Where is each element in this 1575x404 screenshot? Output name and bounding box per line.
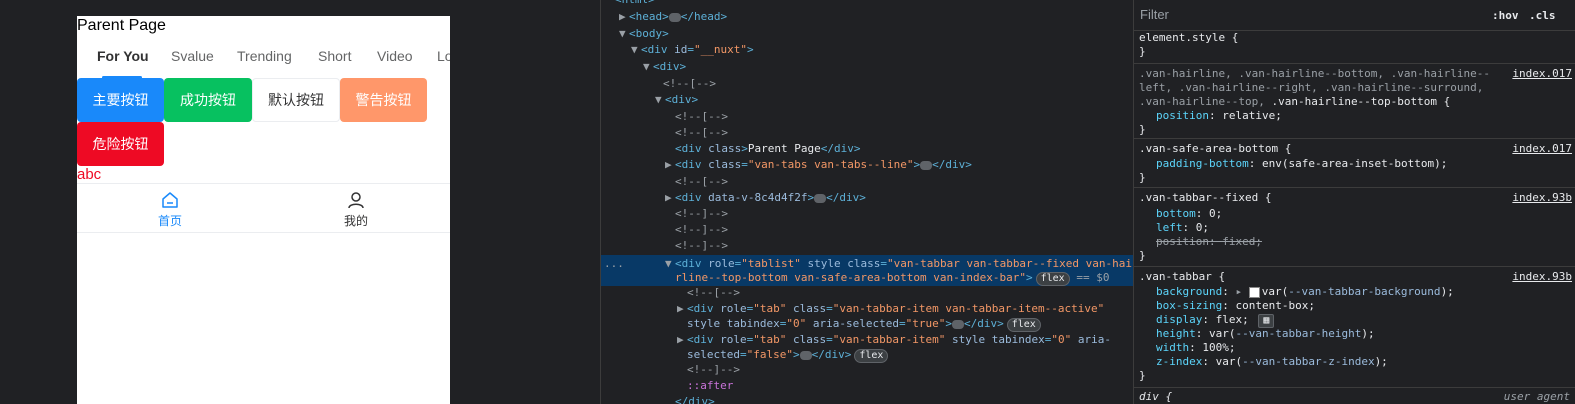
- dom-comment: <!--[-->: [675, 175, 728, 188]
- page-title: Parent Page: [77, 17, 166, 34]
- dom-node-html[interactable]: <html>: [615, 0, 655, 8]
- dom-node-nuxt[interactable]: ▼ <div id="__nuxt">: [631, 42, 754, 58]
- source-link[interactable]: index.93b: [1512, 191, 1572, 204]
- style-prop[interactable]: bottom: 0;: [1156, 207, 1222, 221]
- abc-text: abc: [77, 166, 102, 183]
- node-actions-dots[interactable]: ...: [604, 256, 624, 272]
- style-prop[interactable]: height: var(--van-tabbar-height);: [1156, 327, 1375, 341]
- style-prop[interactable]: z-index: var(--van-tabbar-z-index);: [1156, 355, 1388, 369]
- device-viewport: Parent Page For You Svalue Trending Shor…: [0, 0, 600, 404]
- dom-node-head[interactable]: ▶ <head> </head>: [619, 9, 727, 25]
- tab-bar: For You Svalue Trending Short Video Lo: [77, 40, 450, 76]
- flexbox-editor-icon[interactable]: ▦: [1258, 314, 1275, 328]
- style-prop[interactable]: left: 0;: [1156, 221, 1209, 235]
- ellipsis-icon[interactable]: [814, 193, 827, 203]
- style-rule-tabbar: .van-tabbar { index.93b background: ▸ va…: [1134, 267, 1575, 388]
- style-rule-element: element.style { }: [1134, 30, 1575, 64]
- default-button[interactable]: 默认按钮: [252, 78, 340, 122]
- dom-node-div-2[interactable]: ▼ <div>: [655, 92, 698, 108]
- dom-node-tabbar-item[interactable]: ▶ <div role="tab" class="van-tabbar-item"…: [677, 332, 1111, 348]
- dom-node-body[interactable]: ▼ <body>: [619, 26, 669, 42]
- dom-node-tabbar-item-cont[interactable]: selected="false"> </div> flex: [687, 347, 889, 363]
- dom-comment: <!--[-->: [687, 286, 740, 299]
- ellipsis-icon[interactable]: [951, 319, 964, 329]
- tab-svalue[interactable]: Svalue: [171, 48, 214, 64]
- cls-toggle[interactable]: .cls: [1529, 9, 1556, 22]
- tab-lo[interactable]: Lo: [437, 48, 450, 64]
- elements-panel: <html> ▶<head></head> ▼<body> ▼<div id="…: [600, 0, 1134, 404]
- dom-comment: <!--]-->: [675, 223, 728, 236]
- source-link[interactable]: index.017: [1512, 67, 1572, 80]
- dom-node-van-tabs[interactable]: ▶ <div class="van-tabs van-tabs--line"> </…: [665, 157, 972, 173]
- style-prop[interactable]: background: ▸ var(--van-tabbar-backgroun…: [1156, 285, 1454, 299]
- primary-button[interactable]: 主要按钮: [77, 78, 164, 122]
- tabbar-label-mine: 我的: [343, 213, 368, 228]
- color-swatch[interactable]: [1248, 286, 1260, 298]
- dom-comment: <!--[-->: [675, 126, 728, 139]
- ellipsis-icon[interactable]: [799, 350, 812, 360]
- bottom-tabbar: 首页 我的: [77, 183, 450, 233]
- dom-node-parent-div[interactable]: <div class>Parent Page</div>: [675, 141, 860, 157]
- tab-trending[interactable]: Trending: [237, 48, 292, 64]
- style-prop[interactable]: position: relative;: [1156, 109, 1282, 123]
- flex-badge[interactable]: flex: [1006, 318, 1041, 332]
- home-icon: [162, 191, 178, 208]
- tab-video[interactable]: Video: [377, 48, 413, 64]
- dom-node-data-v[interactable]: ▶ <div data-v-8c4d4f2f> </div>: [665, 190, 866, 206]
- style-prop[interactable]: display: flex; ▦: [1156, 313, 1275, 328]
- hov-toggle[interactable]: :hov: [1492, 9, 1519, 22]
- dom-node-tabbar-item-active[interactable]: ▶ <div role="tab" class="van-tabbar-item …: [677, 301, 1104, 317]
- flex-badge[interactable]: flex: [1035, 272, 1070, 286]
- dom-comment: <!--]-->: [675, 239, 728, 252]
- source-link[interactable]: index.93b: [1512, 270, 1572, 283]
- page-preview: Parent Page For You Svalue Trending Shor…: [77, 16, 450, 404]
- style-prop[interactable]: width: 100%;: [1156, 341, 1236, 355]
- tabbar-item-mine[interactable]: 我的: [263, 184, 449, 234]
- dom-node-tabbar-item-active-cont[interactable]: style tabindex="0" aria-selected="true">…: [687, 316, 1041, 332]
- tab-short[interactable]: Short: [318, 48, 351, 64]
- ellipsis-icon[interactable]: [920, 160, 933, 170]
- style-prop-overridden[interactable]: position: fixed;: [1156, 235, 1262, 249]
- style-rule-div-ua: div { user agent: [1139, 390, 1570, 403]
- styles-filter-input[interactable]: Filter: [1140, 6, 1480, 24]
- dom-comment: <!--]-->: [687, 363, 740, 376]
- dom-node-close: </div>: [675, 395, 715, 404]
- tab-for-you[interactable]: For You: [97, 48, 149, 64]
- success-button[interactable]: 成功按钮: [164, 78, 252, 122]
- styles-filter-bar: Filter :hov .cls: [1134, 0, 1575, 31]
- dom-node-tabbar-selected-cont[interactable]: rline--top-bottom van-safe-area-bottom v…: [675, 270, 1109, 286]
- danger-button[interactable]: 危险按钮: [77, 122, 164, 166]
- style-prop[interactable]: box-sizing: content-box;: [1156, 299, 1315, 313]
- user-icon: [348, 191, 364, 208]
- dom-comment: <!--]-->: [675, 207, 728, 220]
- source-link[interactable]: index.017: [1512, 142, 1572, 155]
- style-prop[interactable]: padding-bottom: env(safe-area-inset-bott…: [1156, 157, 1447, 171]
- style-rule-hairline: .van-hairline, .van-hairline--bottom, .v…: [1134, 64, 1575, 139]
- dom-node-div-1[interactable]: ▼ <div>: [643, 59, 686, 75]
- tabbar-item-home[interactable]: 首页: [77, 184, 263, 234]
- dom-pseudo-after[interactable]: ::after: [687, 378, 733, 394]
- tabbar-label-home: 首页: [157, 213, 182, 228]
- warning-button[interactable]: 警告按钮: [340, 78, 427, 122]
- styles-panel: Filter :hov .cls element.style { } .van-…: [1133, 0, 1575, 404]
- style-rule-safe-area: .van-safe-area-bottom { index.017 paddin…: [1134, 139, 1575, 188]
- style-rule-tabbar-fixed: .van-tabbar--fixed { index.93b bottom: 0…: [1134, 188, 1575, 267]
- ellipsis-icon[interactable]: [668, 12, 681, 22]
- dom-comment: <!--[-->: [675, 110, 728, 123]
- flex-badge[interactable]: flex: [854, 349, 889, 363]
- dom-comment: <!--[-->: [663, 77, 716, 90]
